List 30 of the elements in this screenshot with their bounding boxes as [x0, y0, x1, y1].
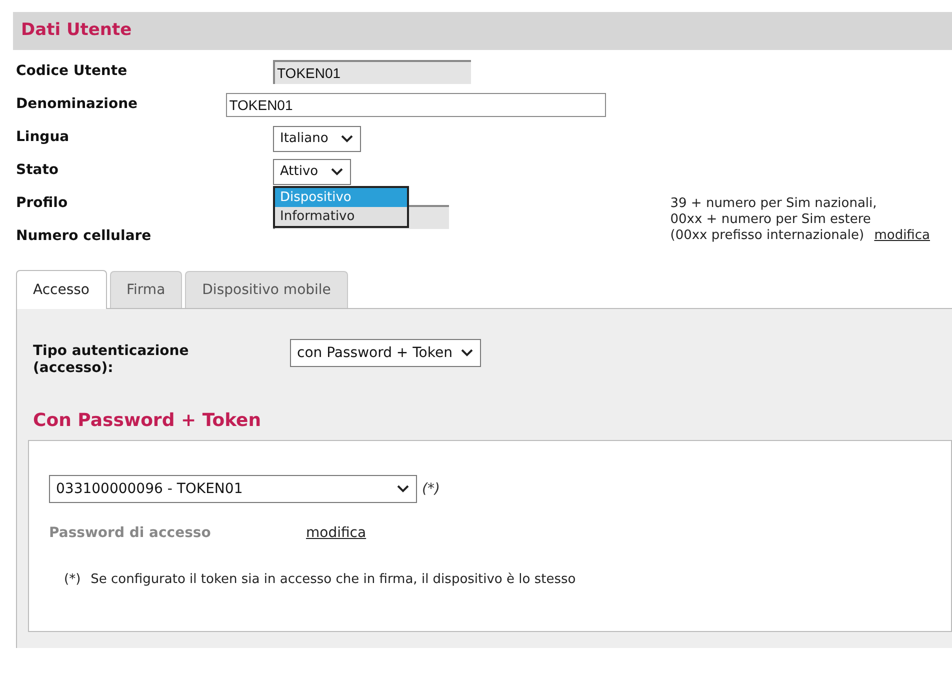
token-select[interactable]: 033100000096 - TOKEN01: [49, 475, 417, 503]
phone-help-text: 39 + numero per Sim nazionali, 00xx + numero per Sim estere (00xx prefisso internazionale) modifica: [670, 196, 930, 244]
required-mark: (*): [422, 480, 440, 498]
subsection-title: Con Password + Token: [33, 409, 262, 433]
chevron-icon: [396, 484, 410, 494]
select-dropdown[interactable]: Italiano: [273, 126, 362, 152]
footnote-mark: (*): [64, 571, 81, 589]
field-label: Profilo: [16, 194, 69, 213]
tab[interactable]: Accesso: [16, 270, 106, 309]
tab[interactable]: Dispositivo mobile: [185, 271, 348, 308]
auth-type-label: Tipo autenticazione (accesso):: [33, 343, 190, 377]
field-label: Stato: [16, 161, 60, 180]
chevron-icon: [460, 348, 474, 358]
tab[interactable]: Firma: [110, 271, 182, 308]
field-label: Codice Utente: [16, 62, 128, 81]
field-label: Denominazione: [16, 95, 139, 114]
field-label: Numero cellulare: [16, 227, 152, 246]
section-title: Dati Utente: [21, 19, 132, 42]
text-field[interactable]: TOKEN01: [226, 93, 606, 117]
modifica-link[interactable]: modifica: [874, 228, 930, 243]
field-label: Lingua: [16, 128, 70, 147]
select-dropdown[interactable]: con Password + Token: [290, 339, 482, 367]
readonly-field[interactable]: TOKEN01: [273, 60, 471, 84]
dropdown-option[interactable]: Informativo: [275, 207, 407, 226]
modifica-link[interactable]: modifica: [306, 523, 366, 544]
select-dropdown[interactable]: Attivo: [273, 159, 352, 185]
chevron-icon: [330, 167, 344, 177]
footnote-text: Se configurato il token sia in accesso che in firma, il dispositivo è lo stesso: [90, 571, 576, 589]
password-label: Password di accesso: [49, 524, 212, 543]
chevron-icon: [340, 134, 354, 144]
